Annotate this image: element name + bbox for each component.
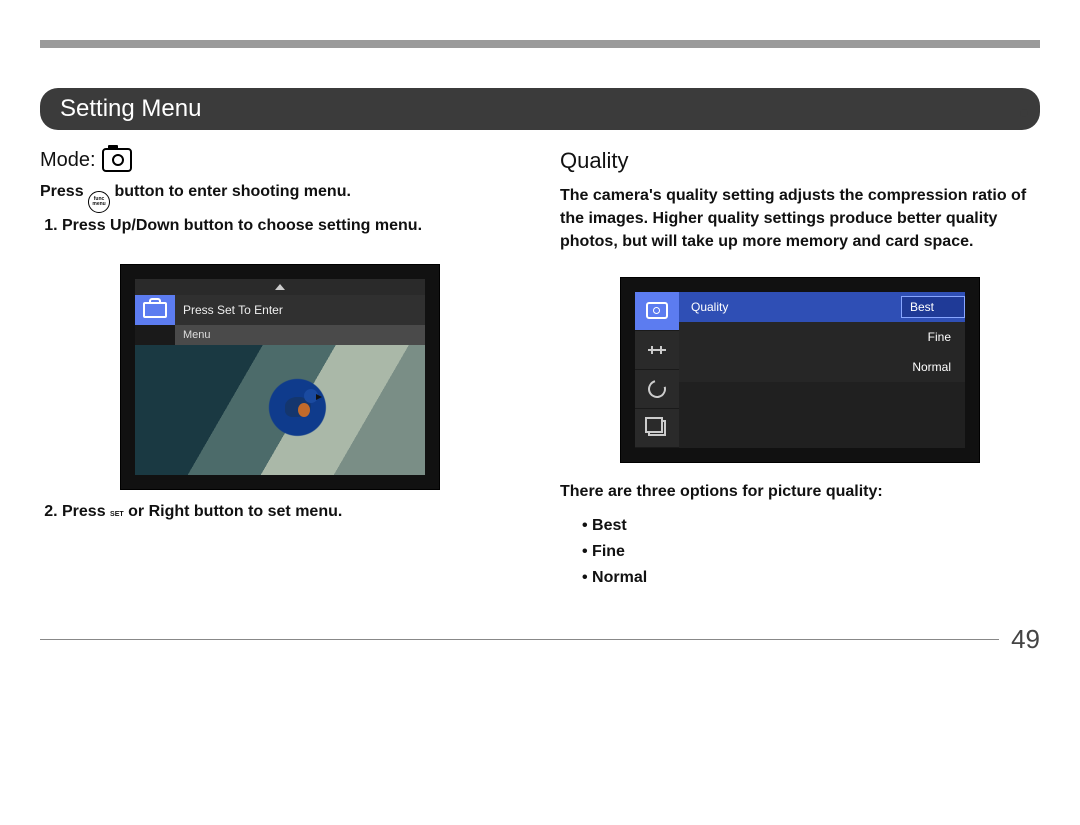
option-normal: Normal — [582, 569, 1040, 587]
page-number: 49 — [1011, 624, 1040, 655]
quality-row-value: Best — [901, 296, 965, 318]
quality-panel: Quality Best Fine Normal — [679, 292, 965, 448]
section-title-text: Setting Menu — [60, 95, 201, 122]
intro-instruction: Press func menu button to enter shooting… — [40, 180, 520, 213]
func-menu-button-icon: func menu — [88, 191, 110, 213]
mode-label: Mode: — [40, 149, 96, 172]
page-footer: 49 — [40, 624, 1040, 655]
content-columns: Mode: Press func menu button to enter sh… — [40, 148, 1040, 595]
tab-camera-icon — [635, 292, 679, 331]
quality-row-selected: Quality Best — [679, 292, 965, 322]
steps-list: Press Up/Down button to choose setting m… — [40, 217, 520, 235]
menu-row-text: Press Set To Enter — [175, 295, 425, 325]
top-rule — [40, 40, 1040, 48]
sample-photo — [135, 345, 425, 475]
quality-description: The camera's quality setting adjusts the… — [560, 184, 1040, 254]
options-intro: There are three options for picture qual… — [560, 480, 1040, 503]
step-2: Press SET or Right button to set menu. — [62, 503, 520, 521]
options-list: Best Fine Normal — [582, 517, 1040, 587]
option-fine: Fine — [582, 543, 1040, 561]
tab-sliders-icon — [635, 331, 679, 370]
tab-cards-icon — [635, 409, 679, 448]
intro-pre: Press — [40, 183, 84, 200]
menu-sub-text: Menu — [175, 325, 425, 345]
menu-row-sub: Menu — [135, 325, 425, 345]
bird-illustration — [280, 385, 320, 425]
footer-rule — [40, 639, 999, 640]
tab-refresh-icon — [635, 370, 679, 409]
right-column: Quality The camera's quality setting adj… — [560, 148, 1040, 595]
manual-page: Setting Menu Mode: Press func menu butto… — [40, 40, 1040, 595]
mode-line: Mode: — [40, 148, 520, 172]
step-1: Press Up/Down button to choose setting m… — [62, 217, 520, 235]
quality-option-fine: Fine — [679, 322, 965, 352]
toolbox-icon — [135, 295, 175, 325]
option-best: Best — [582, 517, 1040, 535]
quality-option-normal: Normal — [679, 352, 965, 382]
section-title: Setting Menu — [40, 88, 1040, 130]
left-column: Mode: Press func menu button to enter sh… — [40, 148, 520, 595]
quality-heading: Quality — [560, 148, 1040, 174]
screenshot-setting-menu: Press Set To Enter Menu — [121, 265, 439, 489]
steps-list-2: Press SET or Right button to set menu. — [40, 503, 520, 521]
set-button-icon: SET — [110, 503, 124, 520]
menu-row-main: Press Set To Enter — [135, 295, 425, 325]
shot-top-chevron — [135, 279, 425, 295]
intro-post: button to enter shooting menu. — [115, 183, 351, 200]
screenshot-quality-menu: Quality Best Fine Normal — [621, 278, 979, 462]
camera-icon — [102, 148, 132, 172]
side-tabs — [635, 292, 679, 448]
quality-row-label: Quality — [679, 300, 901, 314]
chevron-up-icon — [275, 284, 285, 290]
